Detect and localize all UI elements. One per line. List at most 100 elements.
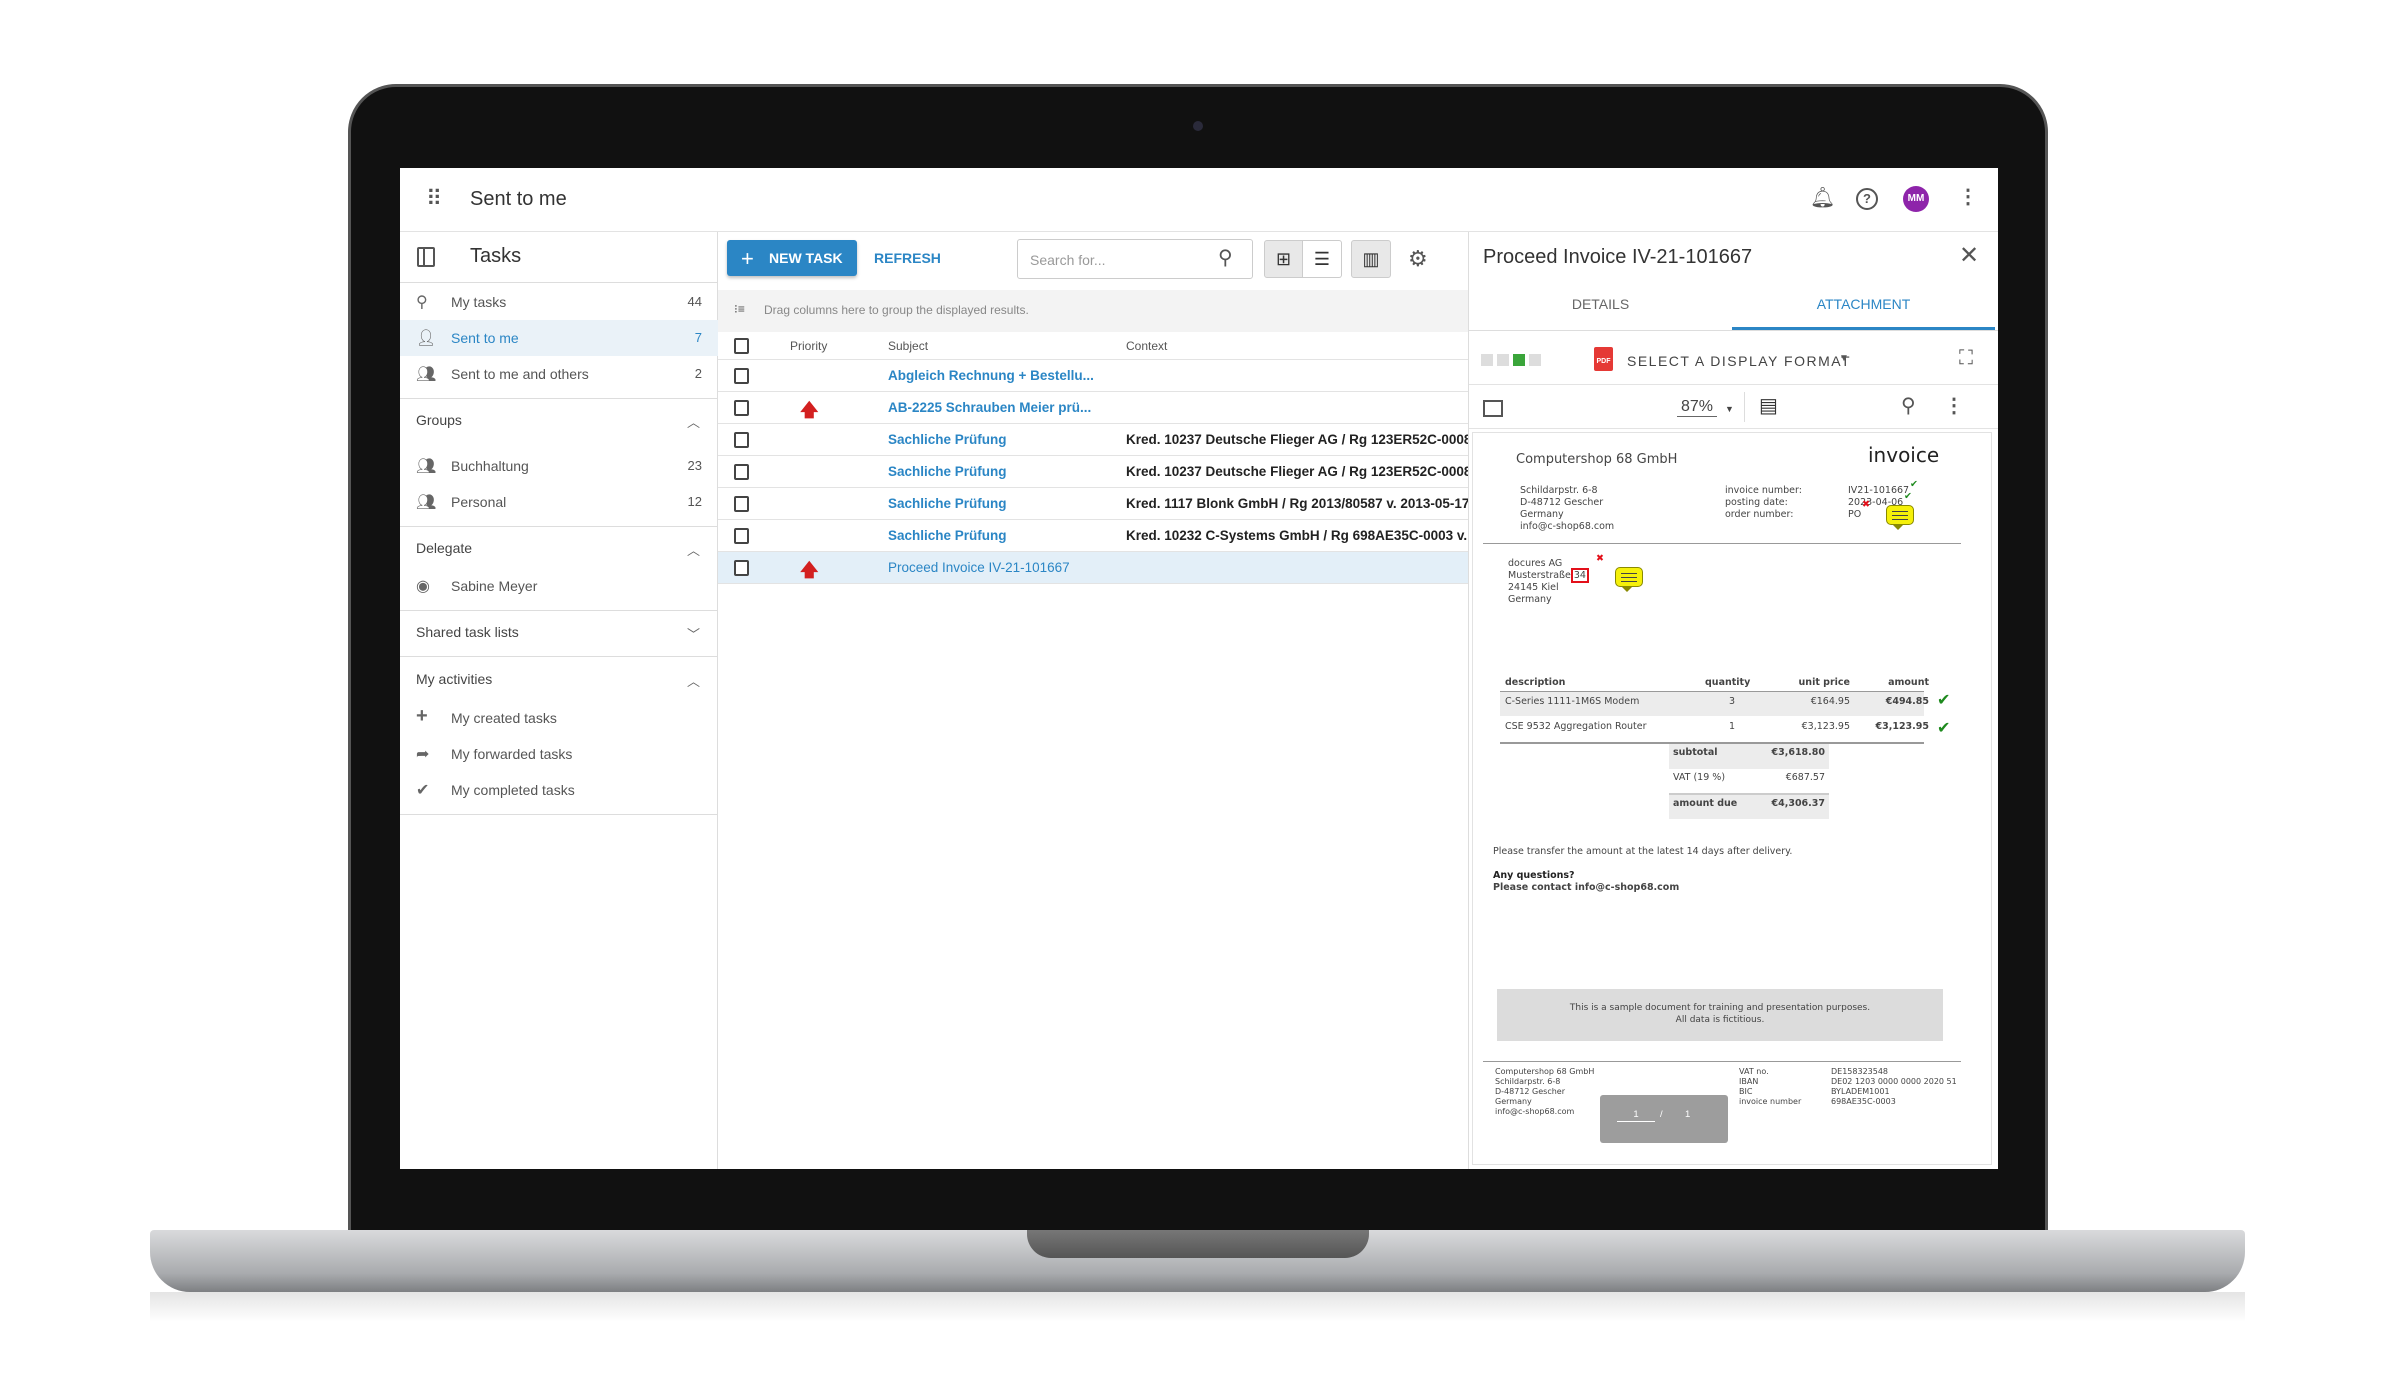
recipient-address: docures AG Musterstraße 34 24145 Kiel German… xyxy=(1508,558,1589,606)
sidebar-item-my-tasks[interactable]: ⚲ My tasks 44 xyxy=(400,284,718,320)
new-task-button[interactable]: + NEW TASK xyxy=(727,240,857,276)
laptop-notch xyxy=(1027,1230,1369,1258)
sidebar-item-created-tasks[interactable]: + My created tasks xyxy=(400,700,718,736)
task-context: Kred. 10237 Deutsche Flieger AG / Rg 123… xyxy=(1126,432,1468,447)
apps-grid-icon[interactable]: ⠿ xyxy=(426,188,442,210)
task-subject[interactable]: Proceed Invoice IV-21-101667 xyxy=(888,560,1070,575)
sidebar-item-sabine-meyer[interactable]: ◉ Sabine Meyer xyxy=(400,568,718,604)
format-indicator xyxy=(1481,354,1493,366)
task-list: + NEW TASK REFRESH Search for... ⚲ ⊞ ☰ ▥ ⚙… xyxy=(718,232,1468,1169)
row-checkbox[interactable] xyxy=(734,528,749,544)
refresh-button[interactable]: REFRESH xyxy=(874,250,941,266)
page-number-input[interactable]: 1 xyxy=(1617,1109,1655,1122)
sidebar-item-sent-to-me-and-others[interactable]: 👥︎ Sent to me and others 2 xyxy=(400,356,718,392)
search-icon[interactable]: ⚲ xyxy=(1901,396,1916,416)
footer-values: DE158323548 DE02 1203 0000 0000 2020 51 BY… xyxy=(1831,1067,1957,1106)
table-row[interactable]: Sachliche Prüfung Kred. 10237 Deutsche Fl… xyxy=(718,456,1468,488)
invoice-line: CSE 9532 Aggregation Router 1 €3,123.95 €3,… xyxy=(1505,718,1951,737)
avatar[interactable]: MM xyxy=(1903,186,1929,212)
invoice-line: C-Series 1111-1M6S Modem 3 €164.95 €494.85 ✔ xyxy=(1505,690,1951,709)
task-subject[interactable]: Sachliche Prüfung xyxy=(888,496,1007,511)
row-checkbox[interactable] xyxy=(734,368,749,384)
group-icon: 👥︎ xyxy=(416,458,437,475)
row-checkbox[interactable] xyxy=(734,400,749,416)
row-checkbox[interactable] xyxy=(734,432,749,448)
help-icon[interactable]: ? xyxy=(1856,188,1878,210)
row-checkbox[interactable] xyxy=(734,560,749,576)
table-row[interactable]: Abgleich Rechnung + Bestellu... xyxy=(718,360,1468,392)
zoom-level-select[interactable]: 87% xyxy=(1677,398,1718,417)
pdf-file-icon: PDF xyxy=(1594,347,1613,371)
format-indicator xyxy=(1529,354,1541,366)
list-view-button[interactable]: ☰ xyxy=(1303,240,1342,278)
app-header: ⠿ Sent to me 🔔︎ ? MM ⋮ xyxy=(400,168,1998,232)
sidebar-item-buchhaltung[interactable]: 👥︎ Buchhaltung 23 xyxy=(400,448,718,484)
delegate-section-header[interactable]: Delegate ︿ xyxy=(400,536,718,566)
sidebar-toggle-icon[interactable] xyxy=(417,247,435,267)
sidebar-item-completed-tasks[interactable]: ✔ My completed tasks xyxy=(400,772,718,808)
error-x-icon: ✖ xyxy=(1862,499,1870,510)
table-header: Priority Subject Context xyxy=(718,332,1468,360)
task-subject[interactable]: AB-2225 Schrauben Meier prü... xyxy=(888,400,1091,415)
search-input[interactable]: Search for... ⚲ xyxy=(1017,239,1253,279)
table-row[interactable]: Sachliche Prüfung Kred. 1117 Blonk GmbH /… xyxy=(718,488,1468,520)
person-icon: 👤︎ xyxy=(416,330,437,347)
select-all-checkbox[interactable] xyxy=(734,338,749,354)
sidebar-title: Tasks xyxy=(470,245,522,267)
tab-details[interactable]: DETAILS xyxy=(1469,280,1732,330)
more-vert-icon[interactable]: ⋮ xyxy=(1958,187,1978,207)
comment-note-icon[interactable] xyxy=(1615,567,1643,592)
invoice-meta-labels: invoice number: posting date: order number… xyxy=(1725,485,1802,520)
group-icon: ⁝≡ xyxy=(734,302,745,316)
split-view-button[interactable]: ▥ xyxy=(1351,240,1391,278)
sidebar-item-forwarded-tasks[interactable]: ➦ My forwarded tasks xyxy=(400,736,718,772)
table-row[interactable]: Sachliche Prüfung Kred. 10232 C-Systems G… xyxy=(718,520,1468,552)
chevron-up-icon: ︿ xyxy=(686,674,700,689)
gear-icon[interactable]: ⚙ xyxy=(1408,248,1428,270)
row-checkbox[interactable] xyxy=(734,496,749,512)
tab-attachment[interactable]: ATTACHMENT xyxy=(1732,280,1995,330)
sidebar-item-personal[interactable]: 👥︎ Personal 12 xyxy=(400,484,718,520)
check-icon: ✔ xyxy=(416,782,430,799)
task-subject[interactable]: Sachliche Prüfung xyxy=(888,528,1007,543)
close-icon[interactable]: ✕ xyxy=(1959,244,1979,268)
bell-icon[interactable]: 🔔︎ xyxy=(1810,188,1835,208)
sidebar: Tasks ⚲ My tasks 44 👤︎ Sent to me 7 👥︎ Sent t… xyxy=(400,232,718,1169)
caret-down-icon[interactable]: ▼ xyxy=(1839,353,1849,364)
task-subject[interactable]: Sachliche Prüfung xyxy=(888,432,1007,447)
row-checkbox[interactable] xyxy=(734,464,749,480)
more-vert-icon[interactable]: ⋮ xyxy=(1944,396,1964,416)
sidebar-item-sent-to-me[interactable]: 👤︎ Sent to me 7 xyxy=(400,320,718,356)
thumbnails-toggle-icon[interactable] xyxy=(1483,400,1503,417)
search-icon[interactable]: ⚲ xyxy=(1218,248,1233,268)
task-context: Kred. 1117 Blonk GmbH / Rg 2013/80587 v.… xyxy=(1126,496,1468,511)
camera xyxy=(1193,121,1203,131)
high-priority-arrow-icon: 🡅 xyxy=(800,560,819,580)
fullscreen-icon[interactable]: ⛶ xyxy=(1959,348,1973,368)
shared-task-lists-header[interactable]: Shared task lists ﹀ xyxy=(400,620,718,650)
my-activities-header[interactable]: My activities ︿ xyxy=(400,667,718,697)
comment-note-icon[interactable] xyxy=(1886,505,1914,530)
display-format-select[interactable]: SELECT A DISPLAY FORMAT xyxy=(1627,353,1851,369)
task-subject[interactable]: Sachliche Prüfung xyxy=(888,464,1007,479)
sender-address: Schildarpstr. 6-8 D-48712 Gescher Germany i… xyxy=(1520,485,1615,532)
invoice-table-header: description quantity unit price amount xyxy=(1505,677,1929,688)
table-row[interactable]: 🡅 Proceed Invoice IV-21-101667 xyxy=(718,552,1468,584)
task-context: Kred. 10237 Deutsche Flieger AG / Rg 123… xyxy=(1126,464,1468,479)
comment-icon[interactable]: ▤ xyxy=(1759,396,1778,416)
account-circle-icon: ◉ xyxy=(416,578,430,595)
check-icon: ✔ xyxy=(1904,491,1912,502)
chevron-up-icon: ︿ xyxy=(686,415,700,430)
grid-view-button[interactable]: ⊞ xyxy=(1264,240,1303,278)
plus-icon: + xyxy=(416,705,428,727)
task-subject[interactable]: Abgleich Rechnung + Bestellu... xyxy=(888,368,1094,383)
table-row[interactable]: Sachliche Prüfung Kred. 10237 Deutsche Fl… xyxy=(718,424,1468,456)
page-indicator: 1 / 1 xyxy=(1600,1095,1728,1143)
caret-down-icon[interactable]: ▼ xyxy=(1725,404,1734,414)
table-row[interactable]: 🡅 AB-2225 Schrauben Meier prü... xyxy=(718,392,1468,424)
error-x-icon: ✖ xyxy=(1596,553,1604,564)
search-icon: ⚲ xyxy=(416,294,428,311)
group-by-bar[interactable]: ⁝≡ Drag columns here to group the display… xyxy=(718,290,1468,332)
page-title: Sent to me xyxy=(470,188,567,210)
groups-section-header[interactable]: Groups ︿ xyxy=(400,408,718,438)
